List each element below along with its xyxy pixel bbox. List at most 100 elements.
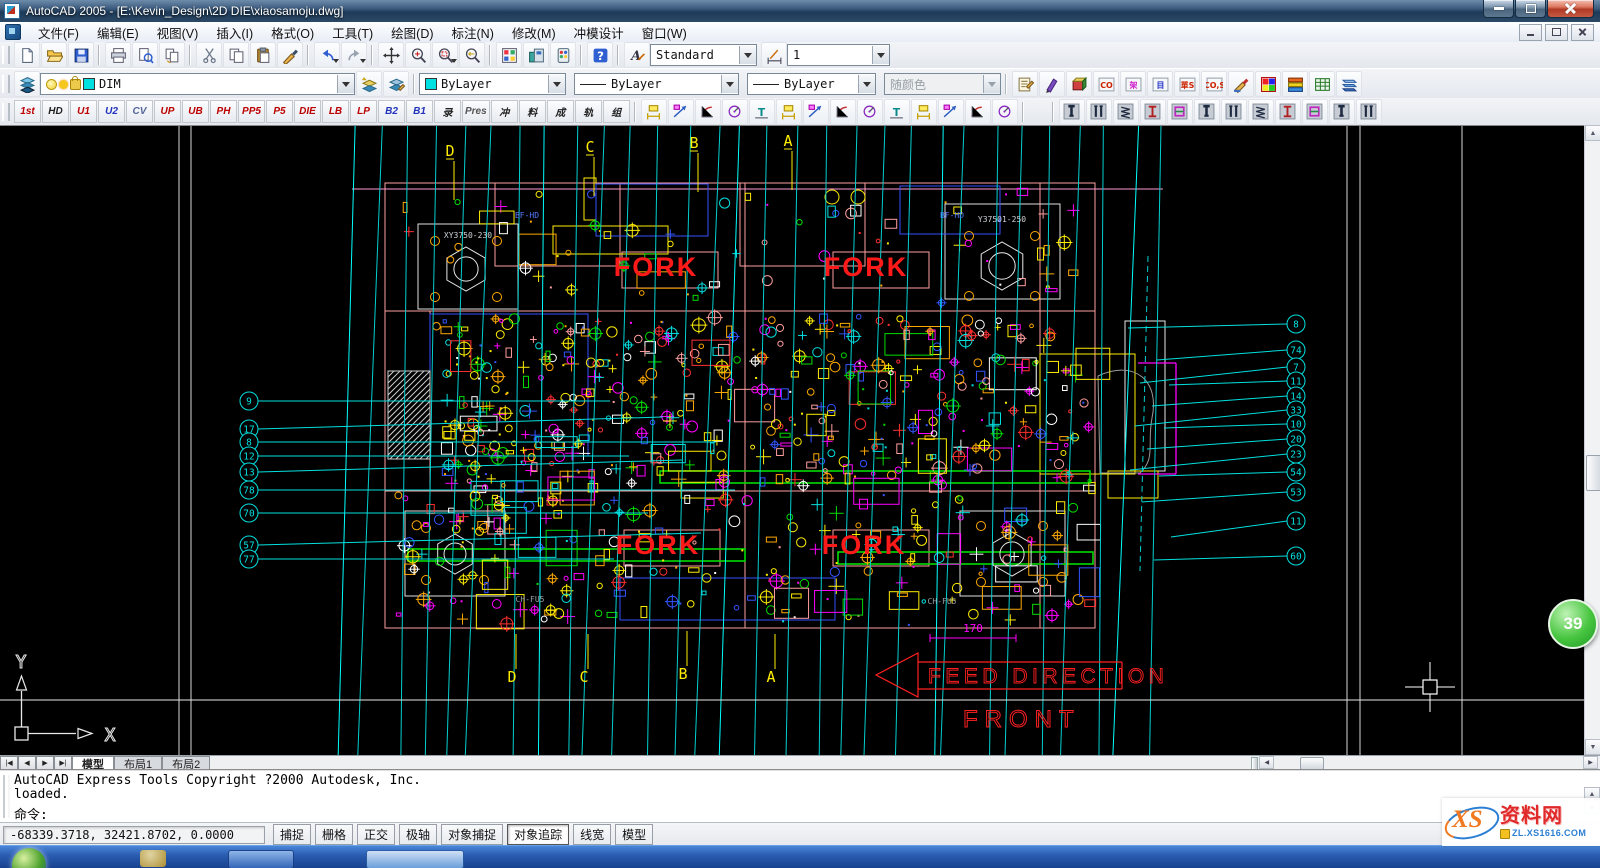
menu-insert[interactable]: 插入(I): [207, 21, 262, 44]
punch-layout-button[interactable]: [1356, 99, 1382, 125]
layer-select[interactable]: DIM: [40, 73, 355, 95]
help-button[interactable]: ?: [587, 42, 613, 68]
dim-quick-button[interactable]: [695, 99, 721, 125]
punch-die-button[interactable]: [1194, 99, 1220, 125]
scroll-up-button[interactable]: ▲: [1585, 125, 1600, 141]
vertical-scroll-thumb[interactable]: [1586, 455, 1600, 491]
scroll-right-button[interactable]: ▶: [1583, 756, 1598, 769]
menu-format[interactable]: 格式(O): [262, 21, 323, 44]
status-toggle-polar[interactable]: 极轴: [399, 824, 437, 845]
layer-previous-icon[interactable]: [356, 71, 382, 97]
status-toggle-otrack[interactable]: 对象追踪: [507, 824, 569, 845]
dim-center-button[interactable]: [992, 99, 1018, 125]
die-tool-录[interactable]: 录: [434, 100, 461, 123]
cut-button[interactable]: [196, 42, 222, 68]
publish-button[interactable]: [159, 42, 185, 68]
toolbar-grip[interactable]: [2, 46, 10, 64]
punch-pilot-button[interactable]: [1167, 99, 1193, 125]
restore-button[interactable]: [1515, 0, 1546, 18]
vertical-scrollbar[interactable]: ▲ ▼: [1584, 125, 1600, 755]
die-tool-LP[interactable]: LP: [350, 100, 377, 123]
menu-window[interactable]: 窗口(W): [633, 21, 696, 44]
punch-strip-button[interactable]: [1329, 99, 1355, 125]
sheet-set-button[interactable]: [1012, 71, 1038, 97]
command-prompt[interactable]: 命令:: [14, 809, 1580, 823]
die-tool-冲[interactable]: 冲: [491, 100, 518, 123]
doc-close-button[interactable]: [1571, 24, 1594, 41]
die-tool-UB[interactable]: UB: [182, 100, 209, 123]
dim-frame-button[interactable]: [965, 99, 991, 125]
copy-button[interactable]: [223, 42, 249, 68]
open-file-button[interactable]: [41, 42, 67, 68]
zoom-window-button[interactable]: [432, 42, 458, 68]
chevron-down-icon[interactable]: [548, 75, 565, 93]
punch-insert-button[interactable]: [1221, 99, 1247, 125]
status-toggle-snap[interactable]: 捕捉: [273, 824, 311, 845]
layer-box-button[interactable]: [1066, 71, 1092, 97]
brush-set-button[interactable]: [1228, 71, 1254, 97]
die-tool-1st[interactable]: 1st: [14, 100, 41, 123]
table-button[interactable]: [1309, 71, 1335, 97]
text-style-select[interactable]: Standard: [650, 44, 757, 66]
die-tool-组[interactable]: 组: [603, 100, 630, 123]
color-grid-button[interactable]: [1255, 71, 1281, 97]
redo-button[interactable]: [341, 42, 367, 68]
plot-preview-button[interactable]: [132, 42, 158, 68]
undo-button[interactable]: [314, 42, 340, 68]
toolbar-grip[interactable]: [2, 75, 10, 93]
punch-frame-button[interactable]: [1248, 99, 1274, 125]
close-button[interactable]: [1547, 0, 1594, 18]
zoom-previous-button[interactable]: [459, 42, 485, 68]
die-tool-UP[interactable]: UP: [154, 100, 181, 123]
tab-布局2[interactable]: 布局2: [162, 756, 210, 770]
dim-edit-button[interactable]: T: [884, 99, 910, 125]
status-toggle-grid[interactable]: 栅格: [315, 824, 353, 845]
tab-first-button[interactable]: |◀: [0, 756, 18, 770]
save-file-button[interactable]: [68, 42, 94, 68]
punch-bolt-button[interactable]: [1086, 99, 1112, 125]
chevron-down-icon[interactable]: [337, 75, 354, 93]
tab-next-button[interactable]: ▶: [36, 756, 54, 770]
markup-button[interactable]: [1039, 71, 1065, 97]
list-button[interactable]: 目: [1147, 71, 1173, 97]
strip-colors-button[interactable]: [1282, 71, 1308, 97]
paste-button[interactable]: [250, 42, 276, 68]
properties-palette-button[interactable]: [496, 42, 522, 68]
die-tool-料[interactable]: 料: [519, 100, 546, 123]
menu-modify[interactable]: 修改(M): [503, 21, 565, 44]
doc-minimize-button[interactable]: [1519, 24, 1542, 41]
die-tool-U1[interactable]: U1: [70, 100, 97, 123]
die-tool-HD[interactable]: HD: [42, 100, 69, 123]
windows-taskbar[interactable]: [0, 845, 1600, 868]
die-tool-B2[interactable]: B2: [378, 100, 405, 123]
die-tool-LB[interactable]: LB: [322, 100, 349, 123]
dim-ordinate-button[interactable]: T: [749, 99, 775, 125]
taskbar-item[interactable]: [228, 850, 294, 868]
pan-button[interactable]: [378, 42, 404, 68]
chevron-down-icon[interactable]: [739, 46, 756, 64]
dim-angular-button[interactable]: [803, 99, 829, 125]
dan-s-button[interactable]: 單S: [1174, 71, 1200, 97]
dim-block-button[interactable]: [668, 99, 694, 125]
stack-button[interactable]: [1336, 71, 1362, 97]
dim-arrow-button[interactable]: [938, 99, 964, 125]
tab-previous-button[interactable]: ◀: [18, 756, 36, 770]
scroll-down-button[interactable]: ▼: [1585, 739, 1600, 755]
die-tool-B1[interactable]: B1: [406, 100, 433, 123]
cos-button[interactable]: CO,S: [1201, 71, 1227, 97]
linetype-select[interactable]: ByLayer: [574, 73, 739, 95]
chevron-down-icon[interactable]: [872, 46, 889, 64]
menu-die-design[interactable]: 冲模设计: [565, 21, 633, 44]
dim-continue-button[interactable]: [722, 99, 748, 125]
punch-pins-button[interactable]: [1113, 99, 1139, 125]
layers-icon[interactable]: [14, 71, 40, 97]
taskbar-item[interactable]: [366, 850, 464, 868]
toolbar-grip[interactable]: [2, 103, 10, 121]
tool-palettes-button[interactable]: [550, 42, 576, 68]
dim-radius-button[interactable]: [830, 99, 856, 125]
tab-布局1[interactable]: 布局1: [114, 756, 162, 770]
die-tool-Pres[interactable]: Pres: [462, 100, 490, 123]
drawing-canvas[interactable]: 9178121378705777874711143310202354531160…: [0, 125, 1584, 756]
status-toggle-osnap[interactable]: 对象捕捉: [441, 824, 503, 845]
menu-view[interactable]: 视图(V): [148, 21, 208, 44]
